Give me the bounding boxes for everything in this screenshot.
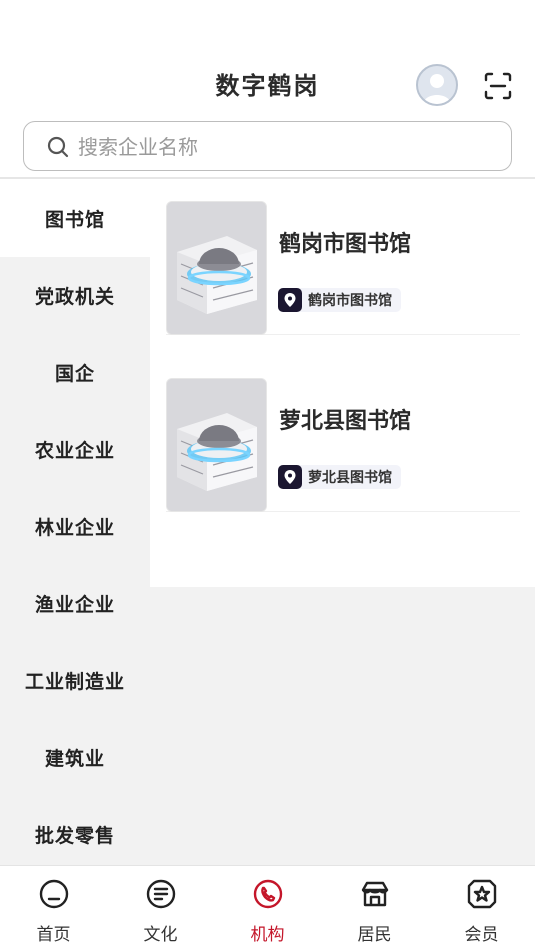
list-item[interactable]: 鹤岗市图书馆 鹤岗市图书馆 xyxy=(166,180,520,335)
location-pin-icon xyxy=(278,288,302,312)
scan-icon[interactable] xyxy=(484,72,512,100)
tab-home[interactable]: 首页 xyxy=(0,866,107,951)
institution-list: 鹤岗市图书馆 鹤岗市图书馆 萝北县图书馆 萝北县图书馆 xyxy=(150,180,535,587)
member-icon xyxy=(466,878,498,910)
library-building-image xyxy=(166,378,267,512)
location-tag[interactable]: 鹤岗市图书馆 xyxy=(278,288,401,312)
tab-label: 居民 xyxy=(357,925,392,945)
list-item[interactable]: 萝北县图书馆 萝北县图书馆 xyxy=(166,357,520,512)
sidebar-item-library[interactable]: 图书馆 xyxy=(0,180,150,257)
home-icon xyxy=(38,878,70,910)
resident-icon xyxy=(359,878,391,910)
tab-culture[interactable]: 文化 xyxy=(107,866,214,951)
location-label: 鹤岗市图书馆 xyxy=(308,293,392,309)
location-pin-icon xyxy=(278,465,302,489)
sidebar-item-construction[interactable]: 建筑业 xyxy=(0,719,150,796)
location-tag[interactable]: 萝北县图书馆 xyxy=(278,465,401,489)
search-icon xyxy=(46,135,70,159)
card-title: 鹤岗市图书馆 xyxy=(279,232,412,257)
search-input[interactable] xyxy=(78,130,498,164)
bottom-tab-bar: 首页 文化 机构 居民 会员 xyxy=(0,865,535,951)
sidebar-item-party-government[interactable]: 党政机关 xyxy=(0,257,150,334)
sidebar-item-fishery[interactable]: 渔业企业 xyxy=(0,565,150,642)
sidebar-item-manufacturing[interactable]: 工业制造业 xyxy=(0,642,150,719)
header-divider xyxy=(0,177,535,179)
tab-label: 文化 xyxy=(143,925,178,945)
library-building-image xyxy=(166,201,267,335)
search-bar[interactable] xyxy=(23,121,512,171)
tab-label: 会员 xyxy=(464,925,499,945)
user-avatar-icon[interactable] xyxy=(416,64,458,106)
sidebar-item-agriculture[interactable]: 农业企业 xyxy=(0,411,150,488)
sidebar-item-forestry[interactable]: 林业企业 xyxy=(0,488,150,565)
tab-institution[interactable]: 机构 xyxy=(214,866,321,951)
sidebar-item-state-owned[interactable]: 国企 xyxy=(0,334,150,411)
tab-label: 机构 xyxy=(250,925,285,945)
category-sidebar: 图书馆 党政机关 国企 农业企业 林业企业 渔业企业 工业制造业 建筑业 批发零… xyxy=(0,180,150,865)
top-header: 数字鹤岗 xyxy=(0,0,535,180)
tab-resident[interactable]: 居民 xyxy=(321,866,428,951)
card-title: 萝北县图书馆 xyxy=(279,409,412,434)
sidebar-item-wholesale-retail[interactable]: 批发零售 xyxy=(0,796,150,865)
tab-label: 首页 xyxy=(36,925,71,945)
culture-icon xyxy=(145,878,177,910)
institution-icon xyxy=(252,878,284,910)
tab-member[interactable]: 会员 xyxy=(428,866,535,951)
location-label: 萝北县图书馆 xyxy=(308,470,392,486)
